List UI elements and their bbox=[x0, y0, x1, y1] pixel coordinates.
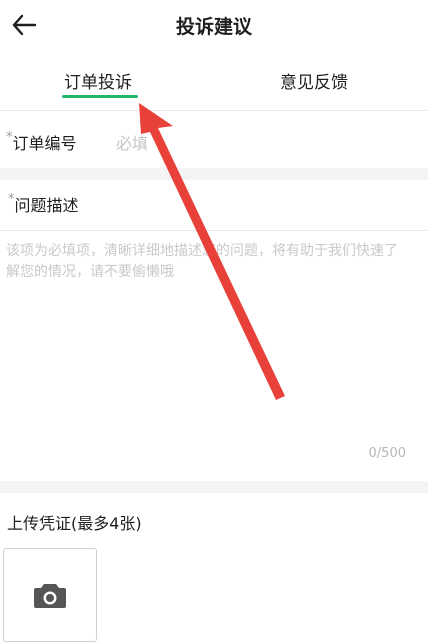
problem-description-textarea[interactable]: 该项为必填项，清晰详细地描述您的问题，将有助于我们快速了解您的情况，请不要偷懒哦… bbox=[0, 231, 428, 481]
page-title: 投诉建议 bbox=[175, 16, 252, 38]
header: 投诉建议 bbox=[0, 0, 428, 50]
tab-bar: 订单投诉 意见反馈 bbox=[0, 58, 428, 111]
tab-order-complaint[interactable]: 订单投诉 bbox=[64, 68, 132, 93]
problem-description-row: *问题描述 bbox=[0, 180, 428, 231]
problem-label-group: *问题描述 bbox=[8, 192, 79, 216]
upload-photo-button[interactable] bbox=[3, 548, 97, 642]
camera-icon bbox=[34, 584, 66, 608]
problem-description-placeholder: 该项为必填项，清晰详细地描述您的问题，将有助于我们快速了解您的情况，请不要偷懒哦 bbox=[6, 243, 398, 280]
section-divider bbox=[0, 168, 428, 180]
tab-feedback[interactable]: 意见反馈 bbox=[280, 68, 348, 93]
order-number-row: *订单编号 必填 bbox=[0, 112, 428, 168]
section-divider bbox=[0, 481, 428, 493]
order-number-input[interactable]: 必填 bbox=[116, 130, 148, 154]
active-tab-indicator bbox=[62, 95, 138, 98]
character-counter: 0/500 bbox=[368, 446, 406, 461]
order-number-label-group: *订单编号 bbox=[6, 130, 77, 154]
order-number-label: 订单编号 bbox=[12, 134, 77, 153]
problem-description-label: 问题描述 bbox=[14, 196, 79, 215]
upload-proof-title: 上传凭证(最多4张) bbox=[7, 514, 142, 533]
